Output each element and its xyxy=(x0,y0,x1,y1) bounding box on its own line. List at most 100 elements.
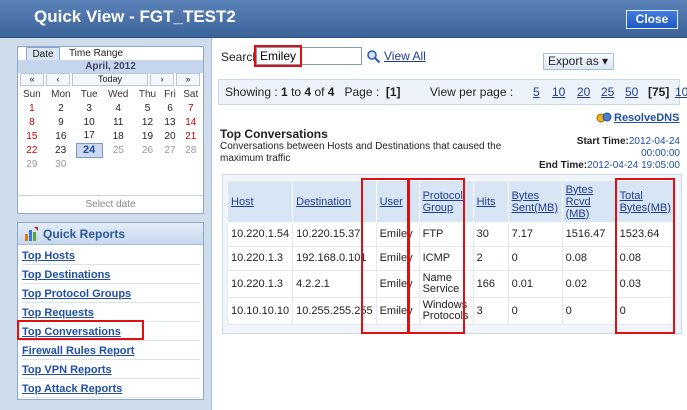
weekday-label: Tue xyxy=(80,88,98,100)
calendar-day[interactable]: 3 xyxy=(76,101,102,115)
column-header-bytes-sent[interactable]: Bytes Sent(MB) xyxy=(507,180,563,223)
calendar-day[interactable]: 23 xyxy=(46,143,76,157)
calendar-day[interactable]: 4 xyxy=(102,101,134,115)
calendar-day xyxy=(179,157,202,171)
calendar-day[interactable]: 7 xyxy=(179,101,202,115)
search-icon[interactable] xyxy=(366,49,381,64)
column-header-bytes-rcvd[interactable]: Bytes Rcvd (MB) xyxy=(561,180,617,223)
highlight-box xyxy=(615,178,675,334)
calendar-day[interactable]: 15 xyxy=(18,129,46,143)
report-link-top-protocol-groups[interactable]: Top Protocol Groups xyxy=(22,286,200,303)
calendar-day: 27 xyxy=(164,144,176,156)
report-description: Conversations between Hosts and Destinat… xyxy=(220,141,502,164)
calendar-day[interactable]: 22 xyxy=(18,143,46,157)
calendar-day: 29 xyxy=(26,158,38,170)
calendar-day[interactable]: 12 xyxy=(134,115,161,129)
report-link-top-destinations[interactable]: Top Destinations xyxy=(22,267,200,284)
cell-bytes-sent: 0.01 xyxy=(507,270,563,298)
showing-of-word: of xyxy=(311,85,328,99)
showing-total: 4 xyxy=(327,85,335,99)
report-link-top-attack[interactable]: Top Attack Reports xyxy=(22,381,200,398)
calendar-day[interactable]: 10 xyxy=(76,115,102,129)
weekday-label: Thu xyxy=(138,88,157,100)
next-month-button[interactable]: › xyxy=(150,73,174,86)
calendar-widget: Date Time Range April, 2012 « ‹ Today › … xyxy=(17,46,204,214)
report-link-top-vpn[interactable]: Top VPN Reports xyxy=(22,362,200,379)
report-link-firewall-rules[interactable]: Firewall Rules Report xyxy=(22,343,200,360)
column-header-host[interactable]: Host xyxy=(226,180,294,223)
cell-bytes-sent: 0 xyxy=(507,297,563,325)
prev-month-button[interactable]: ‹ xyxy=(46,73,70,86)
calendar-day[interactable]: 14 xyxy=(179,115,202,129)
calendar-day-selected[interactable]: 24 xyxy=(75,142,103,158)
calendar-day[interactable]: 11 xyxy=(102,115,134,129)
calendar-day[interactable]: 20 xyxy=(161,129,179,143)
calendar-day[interactable]: 21 xyxy=(179,129,202,143)
export-as-dropdown[interactable]: Export as ▾ xyxy=(543,53,614,70)
calendar-day: 28 xyxy=(185,144,197,156)
highlight-box xyxy=(17,320,144,340)
start-time-label: Start Time: xyxy=(576,136,629,147)
per-page-option-10[interactable]: 10 xyxy=(552,85,565,99)
cell-hits: 166 xyxy=(472,270,509,298)
per-page-label: View per page : xyxy=(430,85,514,99)
resolve-dns-link[interactable]: ResolveDNS xyxy=(614,112,679,124)
calendar-day[interactable]: 19 xyxy=(134,129,161,143)
cell-bytes-rcvd: 0 xyxy=(561,297,617,325)
tab-date[interactable]: Date xyxy=(26,47,60,60)
tab-time-range[interactable]: Time Range xyxy=(62,47,130,60)
pager-bar: Showing : 1 to 4 of 4 Page : [1] View pe… xyxy=(218,79,687,105)
calendar-day[interactable]: 2 xyxy=(46,101,76,115)
calendar-day[interactable]: 16 xyxy=(46,129,76,143)
cell-host: 10.10.10.10 xyxy=(226,297,294,325)
end-time-value: 2012-04-24 19:05:00 xyxy=(587,160,680,171)
calendar-day[interactable]: 13 xyxy=(161,115,179,129)
report-link-top-hosts[interactable]: Top Hosts xyxy=(22,248,200,265)
calendar-day[interactable]: 9 xyxy=(46,115,76,129)
reports-icon xyxy=(25,227,38,241)
start-time-value: 2012-04-24 00:00:00 xyxy=(628,136,680,159)
calendar-day[interactable]: 8 xyxy=(18,115,46,129)
select-date-label: Select date xyxy=(18,195,203,213)
end-time: End Time:2012-04-24 19:05:00 xyxy=(480,160,680,171)
next-year-button[interactable]: » xyxy=(176,73,200,86)
calendar-day[interactable]: 17 xyxy=(76,129,102,143)
calendar-day[interactable]: 1 xyxy=(18,101,46,115)
calendar-grid: Sun Mon Tue Wed Thu Fri Sat 1 2 3 4 5 6 … xyxy=(18,87,203,171)
report-title: Top Conversations xyxy=(220,127,328,141)
cell-hits: 3 xyxy=(472,297,509,325)
view-all-link[interactable]: View All xyxy=(384,49,426,63)
conversations-table-wrap: Host Destination User Protocol Group Hit… xyxy=(222,174,682,334)
prev-year-button[interactable]: « xyxy=(20,73,44,86)
per-page-option-25[interactable]: 25 xyxy=(601,85,614,99)
highlight-box xyxy=(361,178,409,334)
weekday-label: Sat xyxy=(183,88,199,100)
start-time: Start Time:2012-04-24 00:00:00 xyxy=(540,136,680,160)
page-label: Page : xyxy=(344,85,380,99)
end-time-label: End Time: xyxy=(538,160,588,171)
calendar-day xyxy=(161,157,179,171)
cell-bytes-rcvd: 0.08 xyxy=(561,246,617,271)
close-button[interactable]: Close xyxy=(626,10,678,29)
per-page-option-5[interactable]: 5 xyxy=(533,85,540,99)
calendar-day[interactable]: 6 xyxy=(161,101,179,115)
highlight-box xyxy=(254,45,302,67)
weekday-label: Mon xyxy=(51,88,71,100)
showing-prefix: Showing : xyxy=(225,85,282,99)
resolve-dns-icon xyxy=(596,112,612,123)
today-button[interactable]: Today xyxy=(72,73,148,86)
cell-hits: 2 xyxy=(472,246,509,271)
calendar-month: April, 2012 xyxy=(18,60,203,73)
quick-reports-title: Quick Reports xyxy=(43,227,126,241)
cell-bytes-sent: 0 xyxy=(507,246,563,271)
cell-bytes-sent: 7.17 xyxy=(507,222,563,247)
per-page-option-20[interactable]: 20 xyxy=(577,85,590,99)
per-page-option-100[interactable]: 100 xyxy=(675,85,687,99)
column-header-hits[interactable]: Hits xyxy=(472,180,509,223)
weekday-label: Fri xyxy=(164,88,176,100)
per-page-option-50[interactable]: 50 xyxy=(625,85,638,99)
calendar-nav: « ‹ Today › » xyxy=(18,73,203,86)
calendar-day xyxy=(102,157,134,171)
calendar-day[interactable]: 18 xyxy=(102,129,134,143)
calendar-day[interactable]: 5 xyxy=(134,101,161,115)
